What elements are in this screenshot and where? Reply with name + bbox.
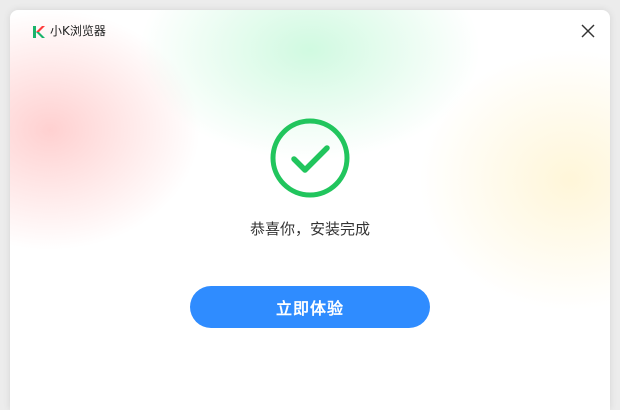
check-circle-icon [270, 118, 350, 198]
close-button[interactable] [576, 20, 600, 44]
installer-window: 小K浏览器 恭喜你，安装完成 立即体验 [10, 10, 610, 410]
close-icon [581, 23, 595, 42]
k-logo-icon [32, 24, 46, 38]
try-now-button[interactable]: 立即体验 [190, 286, 430, 328]
app-title: 小K浏览器 [50, 24, 106, 38]
title-bar: 小K浏览器 [10, 10, 610, 54]
background-glow [10, 10, 610, 410]
install-complete-message: 恭喜你，安装完成 [249, 220, 370, 238]
